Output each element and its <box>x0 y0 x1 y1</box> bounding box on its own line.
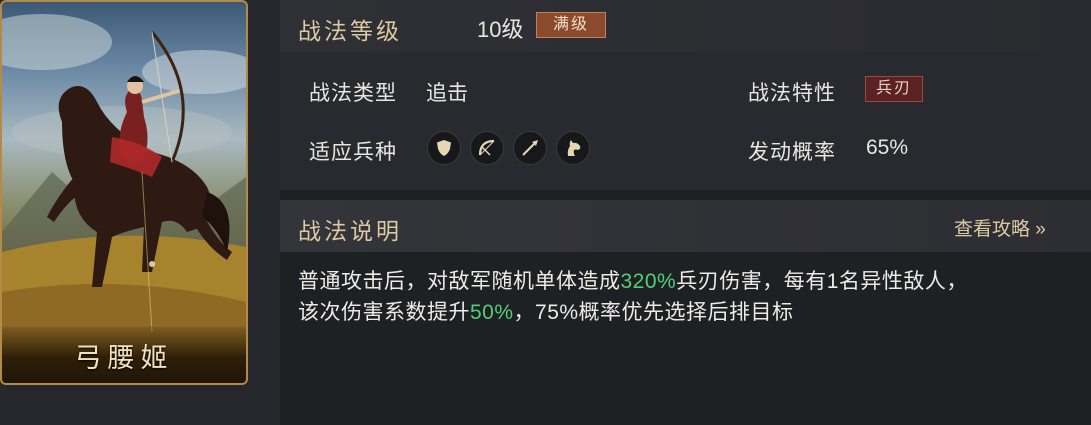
description-line-1: 普通攻击后，对敌军随机单体造成320%兵刃伤害，每有1名异性敌人， <box>298 270 968 293</box>
shield-icon <box>427 131 461 165</box>
bonus-rate-highlight: 50% <box>470 301 514 324</box>
skill-trait-badge: 兵刃 <box>865 76 923 102</box>
skill-level-value: 10级 <box>477 17 524 42</box>
description-line-2: 该次伤害系数提升50%，75%概率优先选择后排目标 <box>298 301 794 324</box>
skill-description-text: 普通攻击后，对敌军随机单体造成320%兵刃伤害，每有1名异性敌人， 该次伤害系数… <box>298 266 1078 328</box>
max-level-badge: 满级 <box>536 12 606 38</box>
skill-description-title: 战法说明 <box>298 218 402 244</box>
hero-name-plate: 弓腰姬 <box>2 326 246 383</box>
hero-card[interactable]: 弓腰姬 <box>0 0 248 385</box>
horse-icon <box>556 131 590 165</box>
skill-type-label: 战法类型 <box>309 82 397 105</box>
trigger-chance-label: 发动概率 <box>748 141 836 164</box>
skill-level-title: 战法等级 <box>298 18 402 44</box>
damage-rate-highlight: 320% <box>620 270 677 293</box>
bow-icon <box>470 131 504 165</box>
skill-trait-label: 战法特性 <box>748 82 836 105</box>
skill-type-value: 追击 <box>426 82 468 105</box>
hero-name: 弓腰姬 <box>74 342 174 374</box>
trigger-chance-value: 65% <box>866 136 909 159</box>
spear-icon <box>513 131 547 165</box>
section-divider <box>280 190 1091 200</box>
view-guide-link[interactable]: 查看攻略 » <box>954 214 1046 241</box>
troop-types-label: 适应兵种 <box>309 141 397 164</box>
skill-attributes-panel <box>280 52 1091 190</box>
